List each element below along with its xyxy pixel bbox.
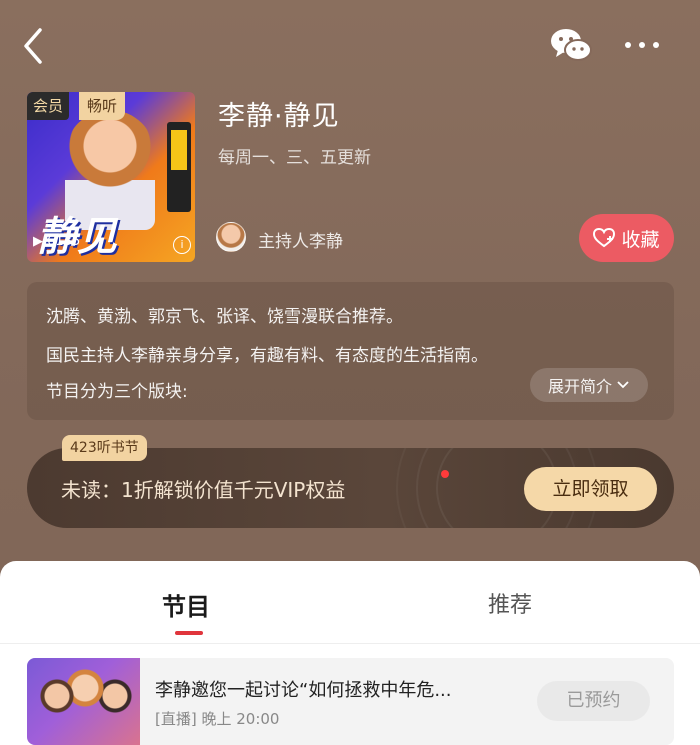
play-count: ▶ 6135 <box>33 234 81 249</box>
favorite-label: 收藏 <box>621 228 660 251</box>
promo-badge: 423听书节 <box>62 435 147 461</box>
active-tab-indicator <box>175 631 203 635</box>
reserved-button[interactable]: 已预约 <box>537 681 650 721</box>
description-box: 沈腾、黄渤、郭京飞、张译、饶雪漫联合推荐。 国民主持人李静亲身分享，有趣有料、有… <box>27 282 674 420</box>
claim-now-button[interactable]: 立即领取 <box>524 467 657 511</box>
description-line: 节目分为三个版块: <box>46 382 188 402</box>
expand-intro-button[interactable]: 展开简介 <box>530 368 648 402</box>
cover-side-strip <box>167 122 191 212</box>
cover-title: 静见 <box>37 214 117 260</box>
description-line: 国民主持人李静亲身分享，有趣有料、有态度的生活指南。 <box>46 346 488 366</box>
description-line: 沈腾、黄渤、郭京飞、张译、饶雪漫联合推荐。 <box>46 307 403 327</box>
promo-text: 未读：1折解锁价值千元VIP权益 <box>61 478 346 502</box>
content-panel: 节目 推荐 李静邀您一起讨论“如何拯救中年危... [直播] 晚上 20:00 … <box>0 561 700 745</box>
tab-recommend[interactable]: 推荐 <box>488 587 532 619</box>
host-avatar[interactable] <box>216 222 246 252</box>
more-button[interactable] <box>622 30 662 60</box>
tab-programs[interactable]: 节目 <box>162 587 210 622</box>
live-thumbnail <box>27 658 140 745</box>
info-icon: i <box>173 236 191 254</box>
update-schedule: 每周一、三、五更新 <box>218 148 371 168</box>
share-wechat-button[interactable] <box>548 22 594 68</box>
favorite-button[interactable]: 收藏 <box>579 214 674 262</box>
divider <box>0 643 700 644</box>
chevron-left-icon <box>24 28 42 64</box>
live-time: [直播] 晚上 20:00 <box>155 710 280 728</box>
expand-intro-label: 展开简介 <box>547 377 612 396</box>
show-title: 李静·静见 <box>218 101 340 132</box>
notification-dot <box>441 470 449 478</box>
more-dots-icon <box>625 42 659 48</box>
show-cover[interactable]: 会员 畅听 静见 ▶ 6135 i <box>27 92 195 262</box>
top-bar <box>0 0 700 90</box>
host-name[interactable]: 主持人李静 <box>258 227 343 252</box>
back-button[interactable] <box>16 24 56 68</box>
listen-tag: 畅听 <box>79 92 126 120</box>
chevron-down-icon <box>617 381 629 389</box>
live-title: 李静邀您一起讨论“如何拯救中年危... <box>155 680 452 701</box>
live-item[interactable]: 李静邀您一起讨论“如何拯救中年危... [直播] 晚上 20:00 已预约 <box>27 658 674 745</box>
heart-plus-icon <box>593 228 616 248</box>
member-tag: 会员 <box>27 92 70 120</box>
wechat-icon <box>551 29 592 61</box>
